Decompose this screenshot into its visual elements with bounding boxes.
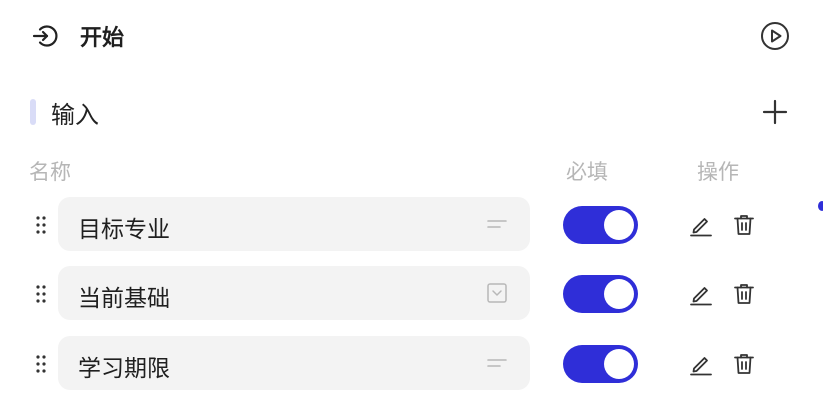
delete-button[interactable] bbox=[731, 212, 757, 238]
field-label: 当前基础 bbox=[78, 286, 170, 312]
pencil-icon bbox=[690, 357, 712, 376]
input-field-name[interactable]: 学习期限 bbox=[58, 336, 530, 390]
plus-icon bbox=[762, 99, 788, 125]
run-button[interactable] bbox=[759, 20, 791, 52]
input-row: 学习期限 bbox=[0, 336, 823, 390]
text-lines-icon bbox=[486, 352, 508, 374]
section-accent-bar bbox=[30, 99, 36, 125]
column-header-name: 名称 bbox=[29, 160, 71, 184]
field-label: 学习期限 bbox=[78, 356, 170, 382]
edit-button[interactable] bbox=[688, 212, 714, 238]
text-lines-icon bbox=[486, 213, 508, 235]
drag-handle-icon[interactable] bbox=[34, 215, 48, 235]
pencil-icon bbox=[690, 287, 712, 306]
delete-button[interactable] bbox=[731, 281, 757, 307]
panel-header: 开始 bbox=[30, 21, 125, 51]
input-row: 目标专业 bbox=[0, 197, 823, 251]
section-title: 输入 bbox=[51, 100, 99, 129]
play-circle-icon bbox=[761, 22, 789, 50]
edit-button[interactable] bbox=[688, 351, 714, 377]
toggle-knob bbox=[604, 210, 634, 240]
enter-icon bbox=[30, 21, 60, 51]
toggle-knob bbox=[604, 349, 634, 379]
start-node-panel: 开始 输入 名称 必填 操作 目标专业 当前基础 学习期限 bbox=[0, 0, 823, 420]
delete-button[interactable] bbox=[731, 351, 757, 377]
input-field-name[interactable]: 目标专业 bbox=[58, 197, 530, 251]
column-header-actions: 操作 bbox=[697, 160, 739, 184]
trash-icon bbox=[734, 354, 754, 374]
input-row: 当前基础 bbox=[0, 266, 823, 320]
input-field-name[interactable]: 当前基础 bbox=[58, 266, 530, 320]
column-header-required: 必填 bbox=[566, 160, 608, 184]
edit-button[interactable] bbox=[688, 281, 714, 307]
input-section-header: 输入 bbox=[30, 98, 99, 129]
dropdown-icon bbox=[486, 282, 508, 304]
panel-title: 开始 bbox=[80, 26, 125, 51]
required-toggle[interactable] bbox=[563, 206, 638, 244]
drag-handle-icon[interactable] bbox=[34, 284, 48, 304]
add-input-button[interactable] bbox=[760, 97, 790, 127]
connection-handle[interactable] bbox=[818, 201, 823, 211]
trash-icon bbox=[734, 284, 754, 304]
trash-icon bbox=[734, 215, 754, 235]
field-label: 目标专业 bbox=[78, 217, 170, 243]
drag-handle-icon[interactable] bbox=[34, 354, 48, 374]
pencil-icon bbox=[690, 218, 712, 237]
toggle-knob bbox=[604, 279, 634, 309]
required-toggle[interactable] bbox=[563, 345, 638, 383]
required-toggle[interactable] bbox=[563, 275, 638, 313]
